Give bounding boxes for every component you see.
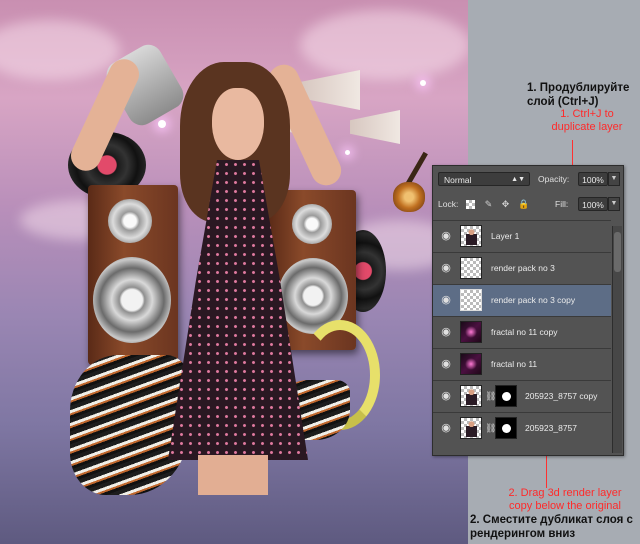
layer-mask-thumbnail[interactable] xyxy=(495,417,517,439)
step2-ru-line1: 2. Сместите дубликат слоя с xyxy=(470,514,633,526)
layer-mask-thumbnail[interactable] xyxy=(495,385,517,407)
layer-name: Layer 1 xyxy=(491,231,520,241)
layer-thumbnail xyxy=(460,257,482,279)
move-lock-icon[interactable]: ✥ xyxy=(501,200,510,209)
woman-legs xyxy=(198,455,268,495)
layer-name: render pack no 3 copy xyxy=(491,295,576,305)
speaker-tweeter xyxy=(108,199,152,243)
opacity-field[interactable]: 100% xyxy=(578,172,608,186)
layer-row-render-pack-no-3[interactable]: ◉ render pack no 3 xyxy=(433,252,611,284)
step1-en-line2: duplicate layer xyxy=(551,121,623,134)
speaker-left xyxy=(88,185,178,365)
speaker-woofer xyxy=(93,257,171,343)
layer-row-layer-1[interactable]: ◉ Layer 1 xyxy=(433,220,611,252)
figure-thumbnail-icon xyxy=(466,229,477,245)
opacity-dropdown-icon[interactable]: ▼ xyxy=(608,172,620,186)
layer-name: fractal no 11 xyxy=(491,359,538,369)
speaker-tweeter xyxy=(292,204,332,244)
layer-thumbnail xyxy=(460,225,482,247)
dropdown-arrow-icon: ▲▼ xyxy=(511,176,525,183)
brush-lock-icon[interactable]: ✎ xyxy=(484,200,493,209)
layers-scrollbar[interactable] xyxy=(612,226,622,453)
eye-icon[interactable]: ◉ xyxy=(438,390,454,402)
step2-en-text: 2. Drag 3d render layer copy below the o… xyxy=(490,487,640,513)
eye-icon[interactable]: ◉ xyxy=(438,294,454,306)
layer-row-fractal-no-11[interactable]: ◉ fractal no 11 xyxy=(433,348,611,380)
layer-thumbnail xyxy=(460,417,482,439)
eye-icon[interactable]: ◉ xyxy=(438,230,454,242)
fill-field[interactable]: 100% xyxy=(578,197,608,211)
megaphone xyxy=(350,110,400,144)
cloud xyxy=(300,10,468,80)
blend-mode-value: Normal xyxy=(444,175,472,185)
step1-ru-text: 1. Продублируйте слой (Ctrl+J) xyxy=(527,82,629,110)
layer-thumbnail xyxy=(460,289,482,311)
layer-name: fractal no 11 copy xyxy=(491,327,558,337)
layer-thumbnail xyxy=(460,353,482,375)
step1-en-line1: 1. Ctrl+J to xyxy=(560,108,614,120)
layer-row-fractal-no-11-copy[interactable]: ◉ fractal no 11 copy xyxy=(433,316,611,348)
fill-label: Fill: xyxy=(555,199,569,209)
scrollbar-thumb[interactable] xyxy=(614,232,621,272)
fill-dropdown-icon[interactable]: ▼ xyxy=(608,197,620,211)
sparkle xyxy=(420,80,426,86)
artwork-canvas xyxy=(0,0,468,544)
layer-thumbnail xyxy=(460,321,482,343)
checkerboard-lock-icon[interactable] xyxy=(466,200,475,209)
layer-row-205923-8757[interactable]: ◉ ⛓ 205923_8757 xyxy=(433,412,611,444)
blend-mode-select[interactable]: Normal ▲▼ xyxy=(438,172,530,186)
step1-en-text: 1. Ctrl+J to duplicate layer xyxy=(527,108,640,134)
woman-face xyxy=(212,88,264,160)
eye-icon[interactable]: ◉ xyxy=(438,358,454,370)
step2-ru-line2: рендерингом вниз xyxy=(470,527,576,540)
step1-ru-line1: 1. Продублируйте xyxy=(527,82,630,94)
layer-row-render-pack-no-3-copy[interactable]: ◉ render pack no 3 copy xyxy=(433,284,611,316)
guitar xyxy=(393,182,425,212)
step2-en-line1: 2. Drag 3d render layer xyxy=(508,487,622,499)
step2-en-line2: copy below the original xyxy=(509,500,621,513)
layer-row-205923-8757-copy[interactable]: ◉ ⛓ 205923_8757 copy xyxy=(433,380,611,412)
layer-name: 205923_8757 copy xyxy=(525,391,598,401)
layers-panel: Normal ▲▼ Opacity: 100% ▼ Lock: ✎ ✥ 🔒 Fi… xyxy=(432,165,624,456)
eye-icon[interactable]: ◉ xyxy=(438,326,454,338)
padlock-icon[interactable]: 🔒 xyxy=(518,200,529,209)
opacity-label: Opacity: xyxy=(538,174,570,184)
cloud xyxy=(0,20,120,80)
eye-icon[interactable]: ◉ xyxy=(438,262,454,274)
figure-thumbnail-icon xyxy=(466,389,477,405)
layer-name: 205923_8757 xyxy=(525,423,578,433)
step2-ru-text: 2. Сместите дубликат слоя с рендерингом … xyxy=(470,514,633,542)
sparkle xyxy=(345,150,350,155)
layer-thumbnail xyxy=(460,385,482,407)
chrome-splash xyxy=(70,355,190,495)
layer-name: render pack no 3 xyxy=(491,263,555,273)
lock-label: Lock: xyxy=(438,199,459,209)
sparkle xyxy=(158,120,166,128)
eye-icon[interactable]: ◉ xyxy=(438,422,454,434)
figure-thumbnail-icon xyxy=(466,421,477,437)
